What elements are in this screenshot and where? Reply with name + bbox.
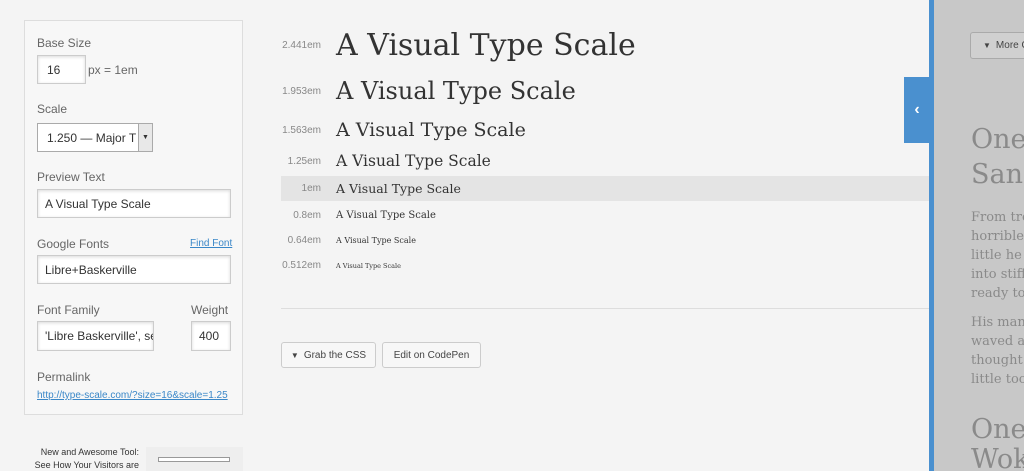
- promo-text: New and Awesome Tool: See How Your Visit…: [34, 446, 139, 471]
- settings-sidebar: Base Size 16 px = 1em Scale 1.250 — Majo…: [24, 20, 243, 415]
- promo-line-2: See How Your Visitors are: [34, 460, 139, 470]
- font-family-input[interactable]: 'Libre Baskerville', se: [37, 321, 154, 351]
- scale-row[interactable]: 1.563em A Visual Type Scale: [281, 117, 929, 143]
- scale-row-sample: A Visual Type Scale: [336, 235, 416, 245]
- more-options-label: More O: [995, 40, 1024, 51]
- chevron-down-icon: ▼: [983, 41, 991, 50]
- scale-row-size: 0.64em: [287, 234, 321, 246]
- scale-row-size: 0.8em: [293, 209, 321, 221]
- more-options-button[interactable]: ▼ More O: [970, 32, 1024, 59]
- panel-toggle-button[interactable]: ‹: [904, 77, 930, 143]
- preview-paragraph-line: horrible: [971, 229, 1024, 244]
- scale-row-size: 1.953em: [282, 85, 321, 97]
- scale-row[interactable]: 2.441em A Visual Type Scale: [281, 27, 929, 63]
- scale-row-size: 1em: [301, 183, 321, 194]
- codepen-label: Edit on CodePen: [393, 349, 470, 361]
- scale-row-sample: A Visual Type Scale: [336, 77, 576, 105]
- scale-row[interactable]: 0.64em A Visual Type Scale: [281, 233, 929, 247]
- preview-paragraph-line: waved ab: [971, 334, 1024, 349]
- promo-image-bar: [158, 457, 230, 462]
- base-size-label: Base Size: [37, 36, 92, 50]
- scale-row-size: 1.563em: [282, 124, 321, 136]
- weight-label: Weight: [191, 303, 229, 317]
- preview-paragraph-line: From tro: [971, 210, 1024, 225]
- preview-heading-line: One: [971, 124, 1024, 155]
- preview-paragraph-line: thought.: [971, 353, 1024, 368]
- scale-row[interactable]: 0.8em A Visual Type Scale: [281, 207, 929, 223]
- scale-row-sample: A Visual Type Scale: [336, 261, 401, 270]
- chevron-down-icon: ▼: [138, 124, 152, 151]
- base-size-unit: px = 1em: [88, 63, 138, 77]
- edit-on-codepen-button[interactable]: Edit on CodePen: [382, 342, 481, 368]
- font-family-label: Font Family: [37, 303, 100, 317]
- scale-select-value: 1.250 — Major T: [47, 130, 137, 145]
- preview-heading-line: Wok: [971, 444, 1024, 471]
- scale-row-sample: A Visual Type Scale: [336, 27, 636, 63]
- preview-paragraph-line: into stiff: [971, 267, 1024, 282]
- chevron-left-icon: ‹: [914, 101, 920, 118]
- divider: [281, 308, 929, 309]
- grab-css-button[interactable]: ▼ Grab the CSS: [281, 342, 376, 368]
- scale-row-sample: A Visual Type Scale: [336, 181, 461, 196]
- promo-line-1: New and Awesome Tool:: [40, 447, 139, 457]
- base-size-input[interactable]: 16: [37, 55, 86, 84]
- promo-image: [146, 447, 243, 471]
- scale-row-size: 0.512em: [282, 260, 321, 271]
- grab-css-label: Grab the CSS: [303, 349, 367, 361]
- preview-heading-line: San: [971, 159, 1023, 190]
- scale-row-sample: A Visual Type Scale: [336, 209, 436, 221]
- scale-select[interactable]: 1.250 — Major T ▼: [37, 123, 153, 152]
- preview-heading-line: One: [971, 414, 1024, 445]
- preview-text-label: Preview Text: [37, 170, 105, 184]
- google-fonts-input[interactable]: Libre+Baskerville: [37, 255, 231, 284]
- chevron-down-icon: ▼: [290, 350, 299, 360]
- scale-row-sample: A Visual Type Scale: [336, 152, 491, 170]
- preview-paragraph-line: His man: [971, 315, 1024, 330]
- scale-label: Scale: [37, 102, 68, 116]
- scale-row[interactable]: 1.25em A Visual Type Scale: [281, 150, 929, 172]
- preview-panel: ▼ More O One San From tro horrible littl…: [934, 0, 1024, 471]
- preview-text-input[interactable]: A Visual Type Scale: [37, 189, 231, 218]
- weight-input[interactable]: 400: [191, 321, 231, 351]
- scale-row-selected[interactable]: 1em A Visual Type Scale: [281, 176, 929, 201]
- scale-row-size: 2.441em: [282, 39, 321, 51]
- preview-paragraph-line: little he c: [971, 248, 1024, 263]
- scale-row-size: 1.25em: [287, 155, 321, 167]
- promo-ad[interactable]: New and Awesome Tool: See How Your Visit…: [24, 440, 243, 471]
- scale-row[interactable]: 0.512em A Visual Type Scale: [281, 259, 929, 272]
- preview-paragraph-line: little too: [971, 372, 1024, 387]
- permalink-link[interactable]: http://type-scale.com/?size=16&scale=1.2…: [37, 390, 242, 401]
- permalink-label: Permalink: [37, 370, 91, 384]
- scale-row[interactable]: 1.953em A Visual Type Scale: [281, 76, 929, 106]
- preview-paragraph-line: ready to: [971, 286, 1024, 301]
- scale-row-sample: A Visual Type Scale: [336, 119, 526, 141]
- find-font-link[interactable]: Find Font: [190, 238, 232, 249]
- google-fonts-label: Google Fonts: [37, 237, 110, 251]
